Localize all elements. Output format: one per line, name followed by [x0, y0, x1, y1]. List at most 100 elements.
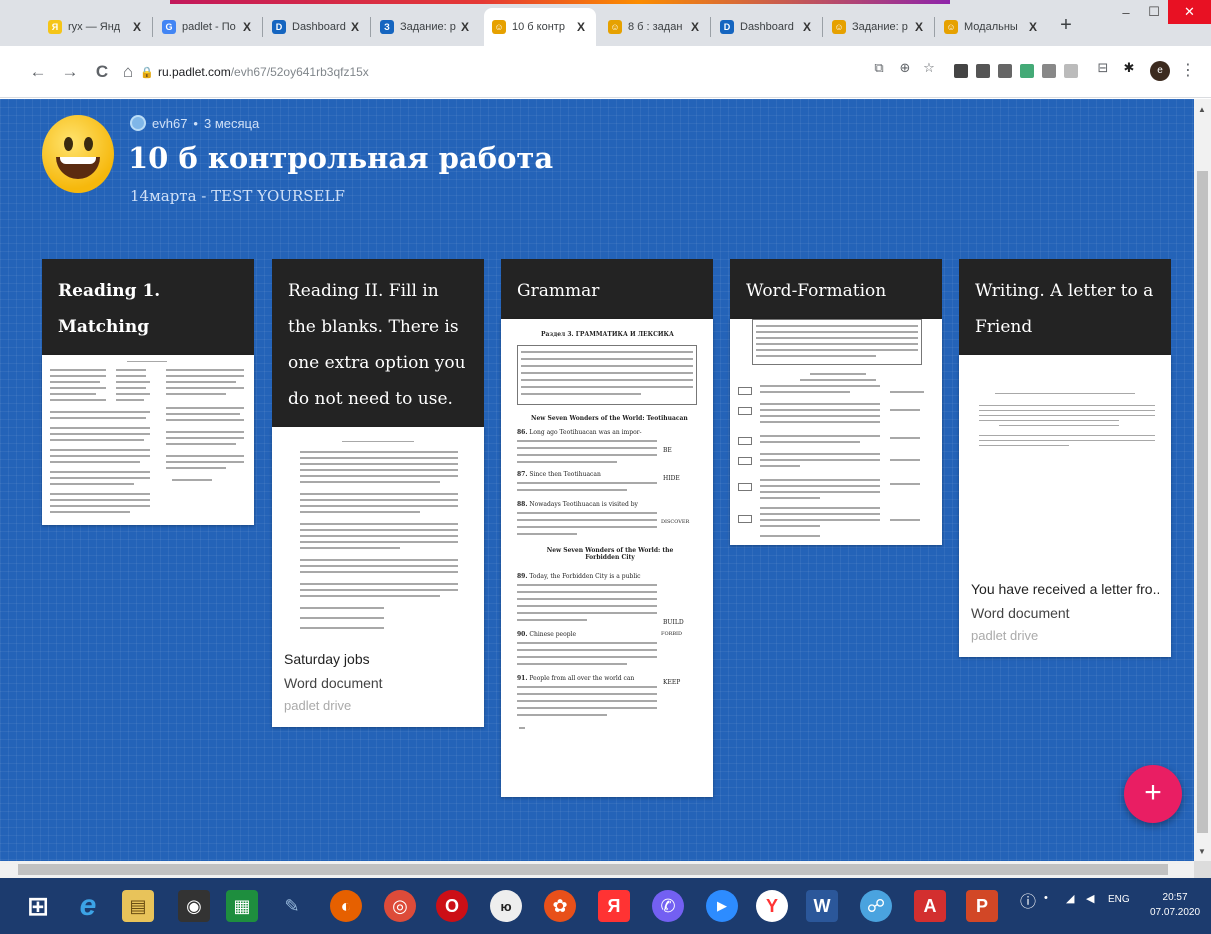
padlet-icon: ☺: [492, 20, 506, 34]
column-heading[interactable]: Writing. A letter to a Friend: [959, 259, 1171, 355]
tab-strip-accent: [170, 0, 950, 4]
menu-icon[interactable]: ⋮: [1180, 60, 1196, 80]
doc-keyword: DISCOVER: [661, 519, 690, 525]
extension-icon[interactable]: [998, 64, 1012, 78]
tab-3[interactable]: D Dashboard X: [264, 8, 370, 46]
new-tab-button[interactable]: +: [1055, 14, 1077, 36]
tab-1[interactable]: Я ryx — Янд X: [40, 8, 152, 46]
acrobat-icon[interactable]: A: [914, 890, 946, 922]
tab-close-icon[interactable]: X: [574, 20, 588, 34]
home-icon[interactable]: ⌂: [118, 62, 138, 82]
back-icon[interactable]: ←: [28, 62, 48, 82]
doc-subtitle: New Seven Wonders of the World: the Forb…: [546, 547, 674, 561]
author-name[interactable]: evh67: [152, 116, 187, 131]
volume-icon[interactable]: ◀: [1086, 892, 1094, 905]
network-icon[interactable]: ☍: [860, 890, 892, 922]
tab-close-icon[interactable]: X: [348, 20, 362, 34]
doc-subtitle: New Seven Wonders of the World: Teotihua…: [531, 415, 688, 422]
zoom-icon[interactable]: ⊕: [896, 60, 914, 76]
add-post-button[interactable]: +: [1124, 765, 1182, 823]
attachment-info[interactable]: You have received a letter fro... Word d…: [959, 569, 1171, 657]
document-thumbnail: [730, 319, 942, 545]
tab-close-icon[interactable]: X: [1026, 20, 1040, 34]
horizontal-scrollbar[interactable]: [0, 861, 1194, 878]
close-window-button[interactable]: ✕: [1168, 0, 1211, 24]
tab-8[interactable]: ☺ Задание: р X: [824, 8, 934, 46]
column-word-formation: Word-Formation: [730, 259, 942, 545]
tab-close-icon[interactable]: X: [688, 20, 702, 34]
padlet-meta: evh67 • 3 месяца: [130, 115, 259, 131]
feather-icon[interactable]: ✎: [276, 890, 308, 922]
scroll-down-icon[interactable]: ▼: [1198, 847, 1206, 856]
column-heading[interactable]: Reading II. Fill in the blanks. There is…: [272, 259, 484, 427]
word-icon[interactable]: W: [806, 890, 838, 922]
post-card[interactable]: Saturday jobs Word document padlet drive: [272, 427, 484, 727]
post-card[interactable]: [42, 355, 254, 525]
doc-section-title: Раздел 3. ГРАММАТИКА И ЛЕКСИКА: [541, 331, 674, 338]
forward-icon[interactable]: →: [60, 62, 80, 82]
network-tray-icon[interactable]: ◢: [1066, 892, 1074, 905]
tab-active[interactable]: ☺ 10 б контр X: [484, 8, 596, 46]
tab-close-icon[interactable]: X: [130, 20, 144, 34]
reload-icon[interactable]: C: [92, 62, 112, 82]
scrollbar-thumb[interactable]: [1197, 171, 1208, 833]
column-heading[interactable]: Reading 1. Matching: [42, 259, 254, 355]
minimize-button[interactable]: –: [1112, 0, 1140, 24]
extension-icon[interactable]: [1042, 64, 1056, 78]
reader-icon[interactable]: ⊟: [1094, 60, 1112, 76]
post-card[interactable]: You have received a letter fro... Word d…: [959, 355, 1171, 657]
extension-icon[interactable]: [1064, 64, 1078, 78]
bookmark-star-icon[interactable]: ☆: [920, 60, 938, 76]
tab-label: Dashboard: [740, 21, 794, 33]
tab-close-icon[interactable]: X: [800, 20, 814, 34]
tab-6[interactable]: ☺ 8 б : задан X: [600, 8, 710, 46]
powerpoint-icon[interactable]: P: [966, 890, 998, 922]
attachment-info[interactable]: Saturday jobs Word document padlet drive: [272, 639, 484, 727]
viber-icon[interactable]: ✆: [652, 890, 684, 922]
webcam-icon[interactable]: ◉: [178, 890, 210, 922]
yandex-icon[interactable]: Y: [756, 890, 788, 922]
tab-4[interactable]: З Задание: р X: [372, 8, 480, 46]
maximize-button[interactable]: ☐: [1140, 0, 1168, 24]
document-thumbnail: Раздел 3. ГРАММАТИКА И ЛЕКСИКА New Seven…: [501, 319, 713, 797]
tab-9[interactable]: ☺ Модальны X: [936, 8, 1048, 46]
post-card[interactable]: [730, 319, 942, 545]
column-heading[interactable]: Grammar: [501, 259, 713, 319]
scroll-up-icon[interactable]: ▲: [1198, 105, 1206, 114]
cast-icon[interactable]: ⧉: [870, 60, 888, 76]
zoom-icon[interactable]: ▶: [706, 890, 738, 922]
start-icon[interactable]: ⊞: [22, 890, 54, 922]
column-heading[interactable]: Word-Formation: [730, 259, 942, 319]
scrollbar-corner: [1194, 861, 1211, 878]
help-icon[interactable]: ⓘ: [1020, 888, 1036, 912]
tab-close-icon[interactable]: X: [240, 20, 254, 34]
tab-close-icon[interactable]: X: [458, 20, 472, 34]
address-bar[interactable]: 🔒 ru.padlet.com/evh67/52oy641rb3qfz15x: [140, 56, 840, 88]
opera-icon[interactable]: O: [436, 890, 468, 922]
file-explorer-icon[interactable]: ▤: [122, 890, 154, 922]
internet-explorer-icon[interactable]: e: [72, 889, 104, 922]
calculator-icon[interactable]: ▦: [226, 890, 258, 922]
yandex-browser-icon[interactable]: Я: [598, 890, 630, 922]
extension-icon[interactable]: [976, 64, 990, 78]
profile-avatar[interactable]: e: [1150, 61, 1170, 81]
tab-7[interactable]: D Dashboard X: [712, 8, 822, 46]
extension-icon[interactable]: [1020, 64, 1034, 78]
author-avatar[interactable]: [130, 115, 146, 131]
io-icon[interactable]: ю: [490, 890, 522, 922]
tab-close-icon[interactable]: X: [912, 20, 926, 34]
language-indicator[interactable]: ENG: [1108, 894, 1130, 905]
meta-separator: •: [193, 115, 198, 131]
tray-expand-icon[interactable]: •: [1044, 892, 1048, 904]
chrome-icon[interactable]: ◎: [384, 890, 416, 922]
firefox-icon[interactable]: ◐: [330, 890, 362, 922]
extension-icon[interactable]: [954, 64, 968, 78]
media-player-icon[interactable]: ✿: [544, 890, 576, 922]
post-card[interactable]: Раздел 3. ГРАММАТИКА И ЛЕКСИКА New Seven…: [501, 319, 713, 797]
scrollbar-thumb[interactable]: [18, 864, 1168, 875]
taskbar-clock[interactable]: 20:57 07.07.2020: [1150, 890, 1200, 920]
attachment-type: Word document: [971, 605, 1070, 621]
vertical-scrollbar[interactable]: ▲ ▼: [1194, 99, 1211, 861]
tab-2[interactable]: G padlet - По X: [154, 8, 262, 46]
extensions-puzzle-icon[interactable]: ✱: [1120, 60, 1138, 76]
